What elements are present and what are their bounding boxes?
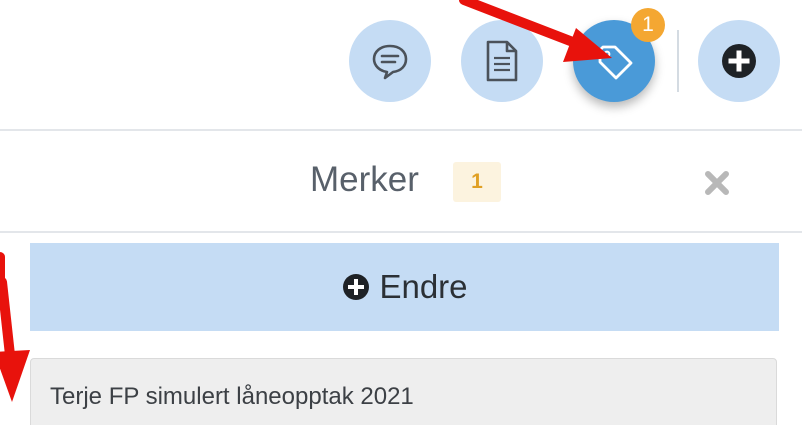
tag-icon <box>598 45 633 80</box>
comments-button[interactable] <box>349 20 431 102</box>
add-button[interactable] <box>698 20 780 102</box>
document-icon <box>486 40 518 82</box>
plus-circle-icon <box>722 44 756 78</box>
toolbar-divider <box>677 30 679 92</box>
edit-tags-label: Endre <box>379 268 468 305</box>
plus-circle-icon <box>343 274 370 300</box>
annotation-arrow-left <box>0 252 30 402</box>
documents-button[interactable] <box>461 20 543 102</box>
tag-item[interactable]: Terje FP simulert låneopptak 2021 <box>30 358 777 425</box>
header-divider <box>0 231 802 233</box>
edit-tags-button[interactable]: Endre <box>30 243 779 331</box>
tag-item-label: Terje FP simulert låneopptak 2021 <box>50 383 414 410</box>
edit-tags-button-content: Endre <box>341 268 468 306</box>
tag-count-label: 1 <box>453 162 501 202</box>
comment-icon <box>372 44 408 80</box>
panel-title: Merker <box>310 160 419 199</box>
section-divider <box>0 129 802 131</box>
tag-count-badge: 1 <box>631 8 665 42</box>
screenshot-stage: 1 Merker 1 Endre Terje FP simulert låneo… <box>0 0 802 425</box>
close-icon[interactable] <box>702 168 732 198</box>
